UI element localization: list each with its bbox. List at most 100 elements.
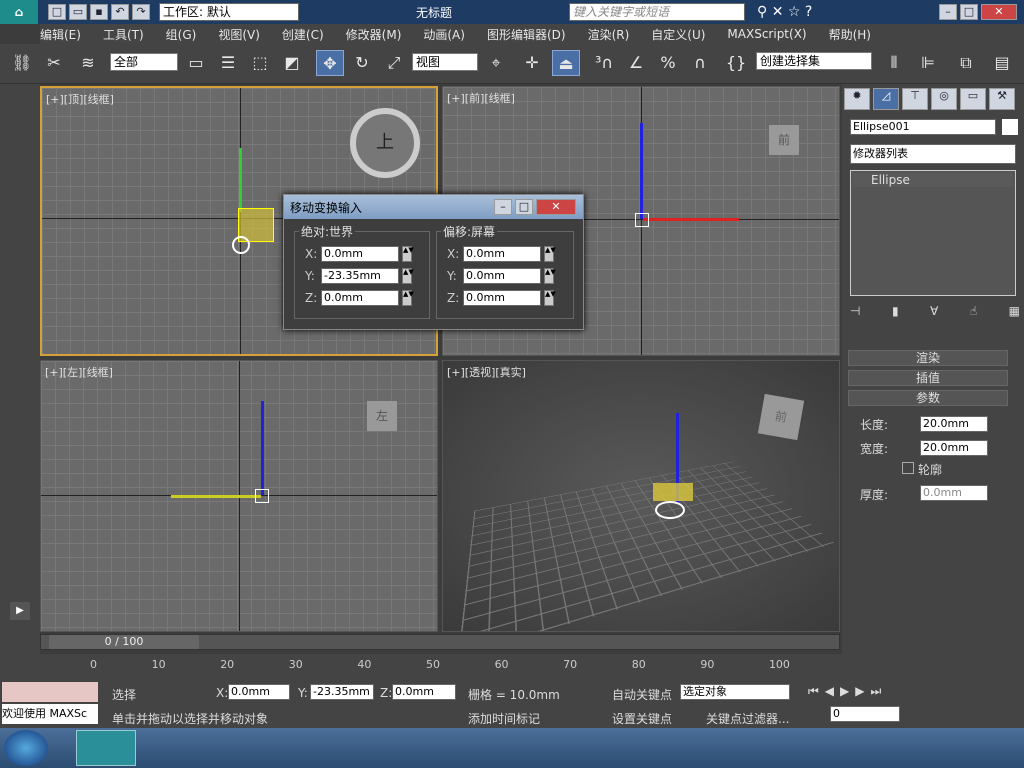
time-slider-thumb[interactable]: 0 / 100: [49, 635, 199, 649]
open-icon[interactable]: ▭: [69, 4, 87, 20]
scale-icon[interactable]: ⤢: [380, 50, 408, 76]
layer-icon[interactable]: ⧉: [952, 50, 980, 76]
pin-stack-icon[interactable]: ⊣: [850, 304, 860, 318]
menu-item-1[interactable]: 工具(T): [103, 26, 144, 43]
menu-item-9[interactable]: 自定义(U): [651, 26, 705, 43]
off-z-spinner[interactable]: ▲▼: [544, 290, 554, 306]
ref-coord-select[interactable]: 视图: [412, 53, 478, 71]
app-logo[interactable]: ⌂: [0, 0, 38, 24]
taskbar-3dsmax-icon[interactable]: [76, 730, 136, 766]
angle-snap-icon[interactable]: ∠: [622, 50, 650, 76]
menu-item-7[interactable]: 图形编辑器(D): [487, 26, 566, 43]
edit-named-sel-icon[interactable]: {}: [722, 50, 750, 76]
outline-checkbox[interactable]: [902, 462, 914, 474]
new-icon[interactable]: □: [48, 4, 66, 20]
show-end-icon[interactable]: ▮: [892, 304, 899, 318]
configure-sets-icon[interactable]: ▦: [1009, 304, 1020, 318]
window-crossing-icon[interactable]: ◩: [278, 50, 306, 76]
start-button[interactable]: [4, 730, 48, 766]
off-y-input[interactable]: 0.0mm: [463, 268, 541, 284]
width-input[interactable]: 20.0mm: [920, 440, 988, 456]
modifier-list-select[interactable]: 修改器列表: [850, 144, 1016, 164]
menu-item-6[interactable]: 动画(A): [423, 26, 465, 43]
move-icon[interactable]: ✥: [316, 50, 344, 76]
remove-modifier-icon[interactable]: ☝: [970, 304, 977, 318]
modify-tab-icon[interactable]: ◿: [873, 88, 899, 110]
playback-controls[interactable]: ⏮◀▶▶⏭: [808, 684, 887, 699]
viewcube-front[interactable]: 前: [769, 125, 799, 155]
expand-icon[interactable]: ▶: [10, 602, 30, 620]
percent-snap-icon[interactable]: %: [654, 50, 682, 76]
align-icon[interactable]: ⊫: [914, 50, 942, 76]
menu-item-3[interactable]: 视图(V): [218, 26, 260, 43]
viewport-left[interactable]: 左 [+][左][线框]: [40, 360, 438, 632]
length-input[interactable]: 20.0mm: [920, 416, 988, 432]
spinner-snap-icon[interactable]: ∩: [686, 50, 714, 76]
add-time-tag[interactable]: 添加时间标记: [468, 710, 540, 727]
object-name-input[interactable]: Ellipse001: [850, 119, 996, 135]
search-input[interactable]: 键入关键字或短语: [569, 3, 745, 21]
abs-y-input[interactable]: -23.35mm: [321, 268, 399, 284]
rollout-render[interactable]: 渲染: [848, 350, 1008, 366]
utilities-tab-icon[interactable]: ⚒: [989, 88, 1015, 110]
menu-item-11[interactable]: 帮助(H): [829, 26, 871, 43]
rollout-params[interactable]: 参数: [848, 390, 1008, 406]
abs-y-spinner[interactable]: ▲▼: [402, 268, 412, 284]
off-x-spinner[interactable]: ▲▼: [544, 246, 554, 262]
snap-icon[interactable]: ³∩: [590, 50, 618, 76]
named-selection-select[interactable]: 创建选择集: [756, 52, 872, 70]
help-icons[interactable]: ⚲ ✕ ☆ ?: [757, 4, 812, 20]
rect-region-icon[interactable]: ⬚: [246, 50, 274, 76]
time-slider[interactable]: 0 / 100: [40, 634, 840, 650]
object-color-swatch[interactable]: [1002, 119, 1018, 135]
close-icon[interactable]: ✕: [981, 4, 1017, 20]
dialog-titlebar[interactable]: 移动变换输入 – □ ✕: [284, 195, 583, 219]
status-x-input[interactable]: 0.0mm: [228, 684, 290, 700]
dialog-maximize-icon[interactable]: □: [515, 199, 533, 215]
abs-z-input[interactable]: 0.0mm: [321, 290, 399, 306]
modifier-stack[interactable]: Ellipse: [850, 170, 1016, 296]
select-icon[interactable]: ▭: [182, 50, 210, 76]
unlink-icon[interactable]: ✂: [40, 50, 68, 76]
selected-object-select[interactable]: 选定对象: [680, 684, 790, 700]
menu-item-2[interactable]: 组(G): [166, 26, 197, 43]
hierarchy-tab-icon[interactable]: ⊤: [902, 88, 928, 110]
off-x-input[interactable]: 0.0mm: [463, 246, 541, 262]
window-controls[interactable]: – □ ✕: [939, 4, 1020, 20]
rotate-icon[interactable]: ↻: [348, 50, 376, 76]
viewcube-left[interactable]: 左: [367, 401, 397, 431]
mirror-icon[interactable]: ⫴: [880, 50, 908, 76]
manipulate-icon[interactable]: ✛: [518, 50, 546, 76]
track-ticks[interactable]: 0 10 20 30 40 50 60 70 80 90 100: [90, 658, 790, 676]
menu-item-0[interactable]: 编辑(E): [40, 26, 81, 43]
abs-x-spinner[interactable]: ▲▼: [402, 246, 412, 262]
menu-item-8[interactable]: 渲染(R): [588, 26, 630, 43]
off-z-input[interactable]: 0.0mm: [463, 290, 541, 306]
set-key-button[interactable]: 设置关键点: [612, 710, 672, 727]
minimize-icon[interactable]: –: [939, 4, 957, 20]
viewport-perspective[interactable]: 前 [+][透视][真实]: [442, 360, 840, 632]
create-tab-icon[interactable]: ✹: [844, 88, 870, 110]
auto-key-button[interactable]: 自动关键点: [612, 686, 672, 703]
menu-item-5[interactable]: 修改器(M): [346, 26, 402, 43]
menu-item-4[interactable]: 创建(C): [282, 26, 324, 43]
viewport-left-label[interactable]: [+][左][线框]: [45, 364, 113, 380]
dialog-minimize-icon[interactable]: –: [494, 199, 512, 215]
maximize-icon[interactable]: □: [960, 4, 978, 20]
abs-z-spinner[interactable]: ▲▼: [402, 290, 412, 306]
viewcube-persp[interactable]: 前: [758, 394, 804, 440]
viewport-top-label[interactable]: [+][顶][线框]: [46, 91, 114, 107]
viewport-persp-label[interactable]: [+][透视][真实]: [447, 364, 526, 380]
viewport-front-label[interactable]: [+][前][线框]: [447, 90, 515, 106]
stack-item[interactable]: Ellipse: [853, 173, 1013, 187]
current-frame-input[interactable]: 0: [830, 706, 900, 722]
thickness-input[interactable]: 0.0mm: [920, 485, 988, 501]
bind-spacewarp-icon[interactable]: ≋: [74, 50, 102, 76]
selection-filter-select[interactable]: 全部: [110, 53, 178, 71]
pivot-icon[interactable]: ⌖: [482, 50, 510, 76]
save-icon[interactable]: ▪: [90, 4, 108, 20]
abs-x-input[interactable]: 0.0mm: [321, 246, 399, 262]
redo-icon[interactable]: ↷: [132, 4, 150, 20]
maxscript-mini-listener[interactable]: [2, 682, 98, 702]
select-by-name-icon[interactable]: ☰: [214, 50, 242, 76]
